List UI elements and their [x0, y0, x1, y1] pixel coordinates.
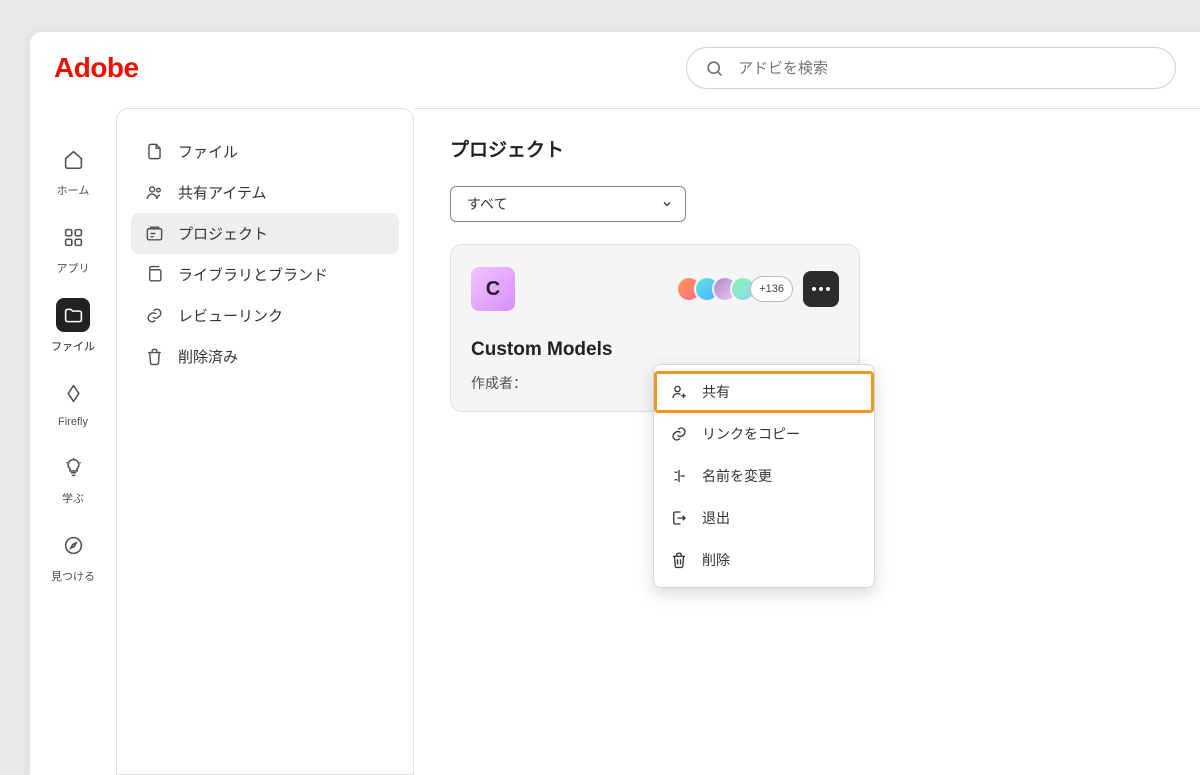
trash-icon	[145, 347, 164, 366]
lightbulb-icon	[63, 457, 84, 478]
filter-value: すべて	[467, 194, 507, 214]
rail-label: 見つける	[51, 568, 95, 584]
file-icon	[145, 142, 164, 161]
adobe-logo: Adobe	[54, 52, 139, 84]
menu-label: 共有	[702, 382, 730, 402]
panel-item-shared[interactable]: 共有アイテム	[131, 172, 399, 213]
rail-item-files[interactable]: ファイル	[51, 298, 95, 354]
rail-label: アプリ	[57, 260, 90, 276]
menu-item-leave[interactable]: 退出	[654, 497, 874, 539]
more-actions-button[interactable]	[803, 271, 839, 307]
card-header: C +136	[471, 267, 839, 311]
projects-icon	[145, 224, 164, 243]
panel-label: 削除済み	[178, 346, 238, 367]
project-thumbnail: C	[471, 267, 515, 311]
rail-item-learn[interactable]: 学ぶ	[56, 450, 90, 506]
search-input[interactable]	[738, 60, 1157, 77]
panel-item-trash[interactable]: 削除済み	[131, 336, 399, 377]
topbar: Adobe	[30, 32, 1200, 104]
side-panel: ファイル 共有アイテム プロジェクト ライブラリとブランド レビューリンク 削除…	[116, 108, 414, 775]
menu-label: 削除	[702, 550, 730, 570]
rail-label: 学ぶ	[62, 490, 84, 506]
context-menu: 共有 リンクをコピー 名前を変更 退出 削除	[653, 364, 875, 588]
menu-label: 名前を変更	[702, 466, 772, 486]
rename-icon	[670, 467, 688, 485]
compass-icon	[63, 535, 84, 556]
home-icon	[63, 149, 84, 170]
rail-label: ファイル	[51, 338, 95, 354]
libraries-icon	[145, 265, 164, 284]
rail-label: ホーム	[57, 182, 90, 198]
people-icon	[145, 183, 164, 202]
panel-item-files[interactable]: ファイル	[131, 131, 399, 172]
project-title: Custom Models	[471, 339, 839, 361]
search-field[interactable]	[686, 47, 1176, 89]
filter-dropdown[interactable]: すべて	[450, 186, 686, 222]
menu-item-rename[interactable]: 名前を変更	[654, 455, 874, 497]
link-icon	[145, 306, 164, 325]
collaborator-avatars[interactable]: +136	[676, 276, 793, 302]
body: ホーム アプリ ファイル Firefly 学ぶ 見つける	[30, 104, 1200, 775]
menu-item-share[interactable]: 共有	[654, 371, 874, 413]
left-rail: ホーム アプリ ファイル Firefly 学ぶ 見つける	[30, 104, 116, 775]
menu-label: リンクをコピー	[702, 424, 800, 444]
rail-item-discover[interactable]: 見つける	[51, 528, 95, 584]
avatar-extra-count: +136	[750, 276, 793, 302]
more-icon	[812, 287, 830, 291]
app-window: Adobe ホーム アプリ ファイル Firefly	[30, 32, 1200, 775]
share-person-icon	[670, 383, 688, 401]
rail-item-home[interactable]: ホーム	[56, 142, 90, 198]
panel-label: 共有アイテム	[178, 182, 267, 203]
panel-item-reviewlinks[interactable]: レビューリンク	[131, 295, 399, 336]
folder-icon	[63, 305, 84, 326]
panel-item-libraries[interactable]: ライブラリとブランド	[131, 254, 399, 295]
menu-item-copylink[interactable]: リンクをコピー	[654, 413, 874, 455]
trash-icon	[670, 551, 688, 569]
rail-item-firefly[interactable]: Firefly	[56, 376, 90, 428]
search-icon	[705, 59, 724, 78]
panel-label: レビューリンク	[178, 305, 283, 326]
rail-item-apps[interactable]: アプリ	[56, 220, 90, 276]
panel-item-projects[interactable]: プロジェクト	[131, 213, 399, 254]
menu-label: 退出	[702, 508, 730, 528]
panel-label: ライブラリとブランド	[178, 264, 328, 285]
page-title: プロジェクト	[450, 135, 1164, 162]
link-icon	[670, 425, 688, 443]
exit-icon	[670, 509, 688, 527]
chevron-down-icon	[661, 198, 673, 210]
apps-icon	[63, 227, 84, 248]
panel-label: プロジェクト	[178, 223, 268, 244]
menu-item-delete[interactable]: 削除	[654, 539, 874, 581]
rail-label: Firefly	[58, 416, 88, 428]
firefly-icon	[63, 383, 84, 404]
panel-label: ファイル	[178, 141, 238, 162]
